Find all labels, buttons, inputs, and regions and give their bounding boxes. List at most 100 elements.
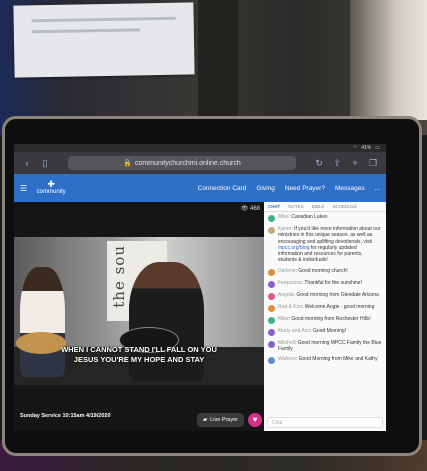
chat-message: Marty and Ann: Good Morning! [268, 328, 382, 336]
chat-body: If you'd like more information about our… [278, 226, 381, 245]
avatar [268, 304, 275, 312]
address-bar[interactable]: 🔒 communitychurchmi.online.church [68, 156, 296, 170]
chat-message-text: Mike: Good morning from Rochester Hills! [278, 315, 371, 322]
lock-icon: 🔒 [123, 160, 132, 167]
avatar [268, 227, 275, 234]
share-icon[interactable]: ⇧ [332, 158, 342, 168]
photo-scene: ◠ 41% ▭ ‹ ▯ 🔒 communitychurchmi.online.c… [0, 0, 427, 471]
chat-message: Darlene: Good morning church! [268, 268, 382, 276]
window [350, 0, 427, 120]
nav-giving[interactable]: Giving [256, 185, 274, 192]
chat-body: Good morning church! [298, 267, 348, 274]
wifi-icon: ◠ [352, 145, 358, 151]
avatar [268, 292, 275, 300]
menu-icon[interactable]: ☰ [20, 184, 27, 193]
reload-icon[interactable]: ↻ [314, 158, 324, 168]
chat-author: Darlene [278, 267, 296, 274]
tabs-icon[interactable]: ❐ [368, 158, 378, 168]
chat-author: Marty and Ann [278, 327, 311, 334]
chat-input[interactable]: Chat [267, 417, 383, 428]
chat-author: Rod & Kim [278, 303, 302, 310]
chat-message-text: Karen: If you'd like more information ab… [278, 226, 381, 264]
live-prayer-button[interactable]: ▰ Live Prayer [196, 413, 244, 427]
church-logo-icon: ✚ [47, 179, 55, 189]
chat-author: Mike [278, 214, 289, 220]
avatar [268, 357, 275, 365]
ipad-screen: ◠ 41% ▭ ‹ ▯ 🔒 communitychurchmi.online.c… [14, 144, 386, 431]
nav-messages[interactable]: Messages [335, 185, 365, 192]
book-icon[interactable]: ▯ [40, 158, 50, 168]
avatar [268, 340, 275, 348]
chat-author: Ferqusons [278, 279, 302, 286]
site-logo[interactable]: ✚ community [31, 180, 71, 196]
chat-message: Karen: If you'd like more information ab… [268, 226, 382, 264]
chat-message-text: Ferqusons: Thankful for the sunshine! [278, 279, 362, 286]
site-navbar: ☰ ✚ community Connection Card Giving Nee… [14, 174, 386, 202]
paper-sheet [13, 2, 195, 78]
nav-links: Connection Card Giving Need Prayer? Mess… [198, 185, 380, 192]
chat-author: Mitchell [278, 339, 295, 346]
avatar [268, 328, 275, 336]
battery-level: 41% [361, 145, 372, 151]
chat-message: Ferqusons: Thankful for the sunshine! [268, 280, 382, 288]
chat-panel: CHAT NOTES BIBLE SCHEDULE Mike: Canadian… [264, 202, 386, 431]
chat-messages: Mike: Canadian Lakes Karen: If you'd like… [264, 212, 386, 370]
more-menu-icon[interactable]: ... [375, 185, 380, 192]
chat-author: Karen [278, 226, 292, 232]
tab-bible[interactable]: BIBLE [312, 204, 325, 209]
lyric-line-1: WHEN I CANNOT STAND I'LL FALL ON YOU [61, 345, 217, 354]
chat-body: Good Morning from Mike and Kathy [298, 356, 378, 363]
pillar [198, 0, 238, 120]
chat-message-text: Mitchell: Good morning MPCC Family the B… [278, 339, 382, 353]
chat-bubble-icon: ▰ [202, 417, 208, 423]
chat-message-text: Mike: Canadian Lakes [278, 214, 328, 220]
chat-message-text: Angela: Good morning from Glendale Arizo… [278, 291, 379, 298]
avatar [268, 316, 275, 324]
chat-body: Canadian Lakes [291, 214, 328, 220]
chat-message: Mike: Good morning from Rochester Hills! [268, 316, 382, 324]
status-bar: ◠ 41% ▭ [14, 144, 386, 152]
chat-message: Mitchell: Good morning MPCC Family the B… [268, 340, 382, 353]
chat-author: Walkers [278, 356, 296, 363]
main-content: 👁 468 the sou WHEN I CANNOT STAND I'LL F… [14, 202, 386, 431]
new-tab-icon[interactable]: + [350, 158, 360, 168]
heart-icon[interactable]: ♥ [248, 413, 262, 427]
back-icon[interactable]: ‹ [22, 158, 32, 168]
battery-icon: ▭ [375, 145, 380, 151]
avatar [268, 215, 275, 222]
chat-author: Mike [278, 315, 289, 322]
lyric-line-2: JESUS YOU'RE MY HOPE AND STAY [73, 355, 205, 364]
tab-notes[interactable]: NOTES [288, 204, 304, 209]
nav-connection-card[interactable]: Connection Card [198, 185, 247, 192]
lyric-overlay: WHEN I CANNOT STAND I'LL FALL ON YOU JES… [14, 345, 264, 365]
chat-message-text: Darlene: Good morning church! [278, 267, 348, 274]
stage-sign-text: the sou [110, 245, 128, 308]
url-text: communitychurchmi.online.church [134, 159, 241, 167]
chat-link[interactable]: mpcc.org/blog [278, 245, 309, 251]
tab-chat[interactable]: CHAT [268, 204, 280, 209]
nav-need-prayer[interactable]: Need Prayer? [285, 185, 325, 192]
chat-body: Welcome Angie - good morning [304, 303, 375, 310]
tab-schedule[interactable]: SCHEDULE [332, 204, 357, 209]
chat-message-text: Walkers: Good Morning from Mike and Kath… [278, 356, 378, 363]
chat-message: Rod & Kim: Welcome Angie - good morning [268, 304, 382, 312]
chat-body: Good Morning! [313, 327, 347, 334]
chat-author: Angela [278, 291, 294, 298]
avatar [268, 268, 275, 276]
viewer-count: 👁 468 [240, 206, 260, 212]
chat-tabs: CHAT NOTES BIBLE SCHEDULE [264, 202, 386, 212]
ipad-device: ◠ 41% ▭ ‹ ▯ 🔒 communitychurchmi.online.c… [2, 116, 422, 456]
chat-message-text: Marty and Ann: Good Morning! [278, 327, 347, 334]
video-player[interactable]: the sou WHEN I CANNOT STAND I'LL FALL ON… [14, 237, 264, 385]
avatar [268, 280, 275, 288]
chat-message: Mike: Canadian Lakes [268, 214, 382, 222]
browser-toolbar: ‹ ▯ 🔒 communitychurchmi.online.church ↻ … [14, 152, 386, 174]
service-label: Sunday Service 10:15am 4/19/2020 [20, 413, 111, 419]
chat-body: Thankful for the sunshine! [304, 279, 362, 286]
live-prayer-label: Live Prayer [210, 417, 238, 423]
chat-body: Good morning from Rochester Hills! [291, 315, 371, 322]
chat-message: Angela: Good morning from Glendale Arizo… [268, 292, 382, 300]
chat-body: Good morning from Glendale Arizona [296, 291, 379, 298]
chat-message: Walkers: Good Morning from Mike and Kath… [268, 356, 382, 365]
video-area: 👁 468 the sou WHEN I CANNOT STAND I'LL F… [14, 202, 264, 431]
